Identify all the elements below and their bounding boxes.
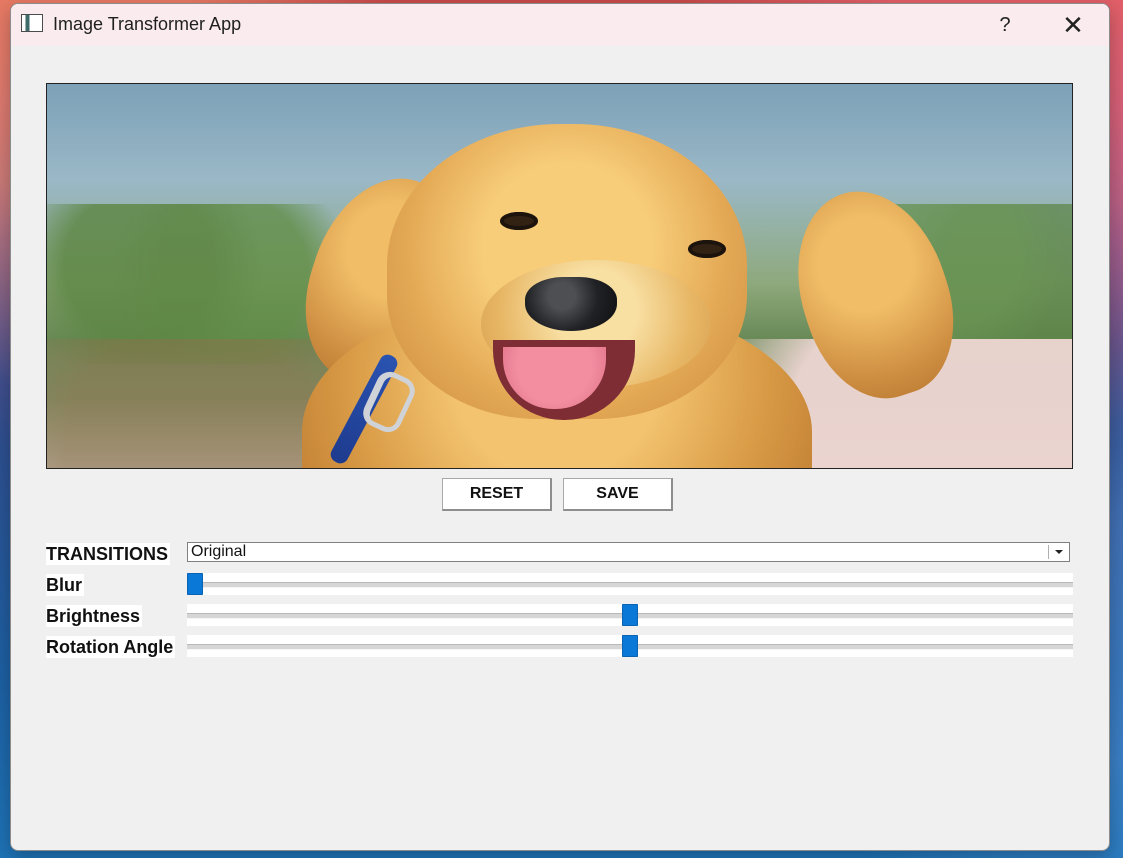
leash — [337, 349, 417, 468]
app-icon — [21, 14, 43, 32]
chevron-down-icon — [1048, 545, 1067, 559]
window-title: Image Transformer App — [53, 14, 242, 34]
brightness-slider[interactable] — [187, 604, 1073, 626]
reset-button[interactable]: RESET — [442, 478, 552, 511]
dog-nose — [525, 277, 617, 331]
transition-select[interactable]: Original — [187, 542, 1070, 562]
title-bar: Image Transformer App ? ✕ — [11, 4, 1109, 46]
brightness-slider-handle[interactable] — [622, 604, 638, 626]
help-button[interactable]: ? — [988, 10, 1022, 40]
rotation-angle-slider-handle[interactable] — [622, 635, 638, 657]
blur-slider[interactable] — [187, 573, 1073, 595]
save-button[interactable]: SAVE — [563, 478, 673, 511]
brightness-label: Brightness — [46, 605, 143, 627]
close-button[interactable]: ✕ — [1056, 10, 1090, 40]
rotation-angle-label: Rotation Angle — [46, 636, 176, 658]
blur-slider-track — [187, 582, 1073, 588]
blur-label: Blur — [46, 574, 84, 596]
transitions-label: TRANSITIONS — [46, 543, 171, 565]
transition-selected-value: Original — [191, 543, 247, 560]
blur-slider-handle[interactable] — [187, 573, 203, 595]
dog-right-eye — [688, 240, 726, 258]
image-preview — [46, 83, 1073, 469]
app-window: Image Transformer App ? ✕ RESET SAVE TRA… — [10, 3, 1110, 851]
rotation-angle-slider[interactable] — [187, 635, 1073, 657]
dog-left-eye — [500, 212, 538, 230]
